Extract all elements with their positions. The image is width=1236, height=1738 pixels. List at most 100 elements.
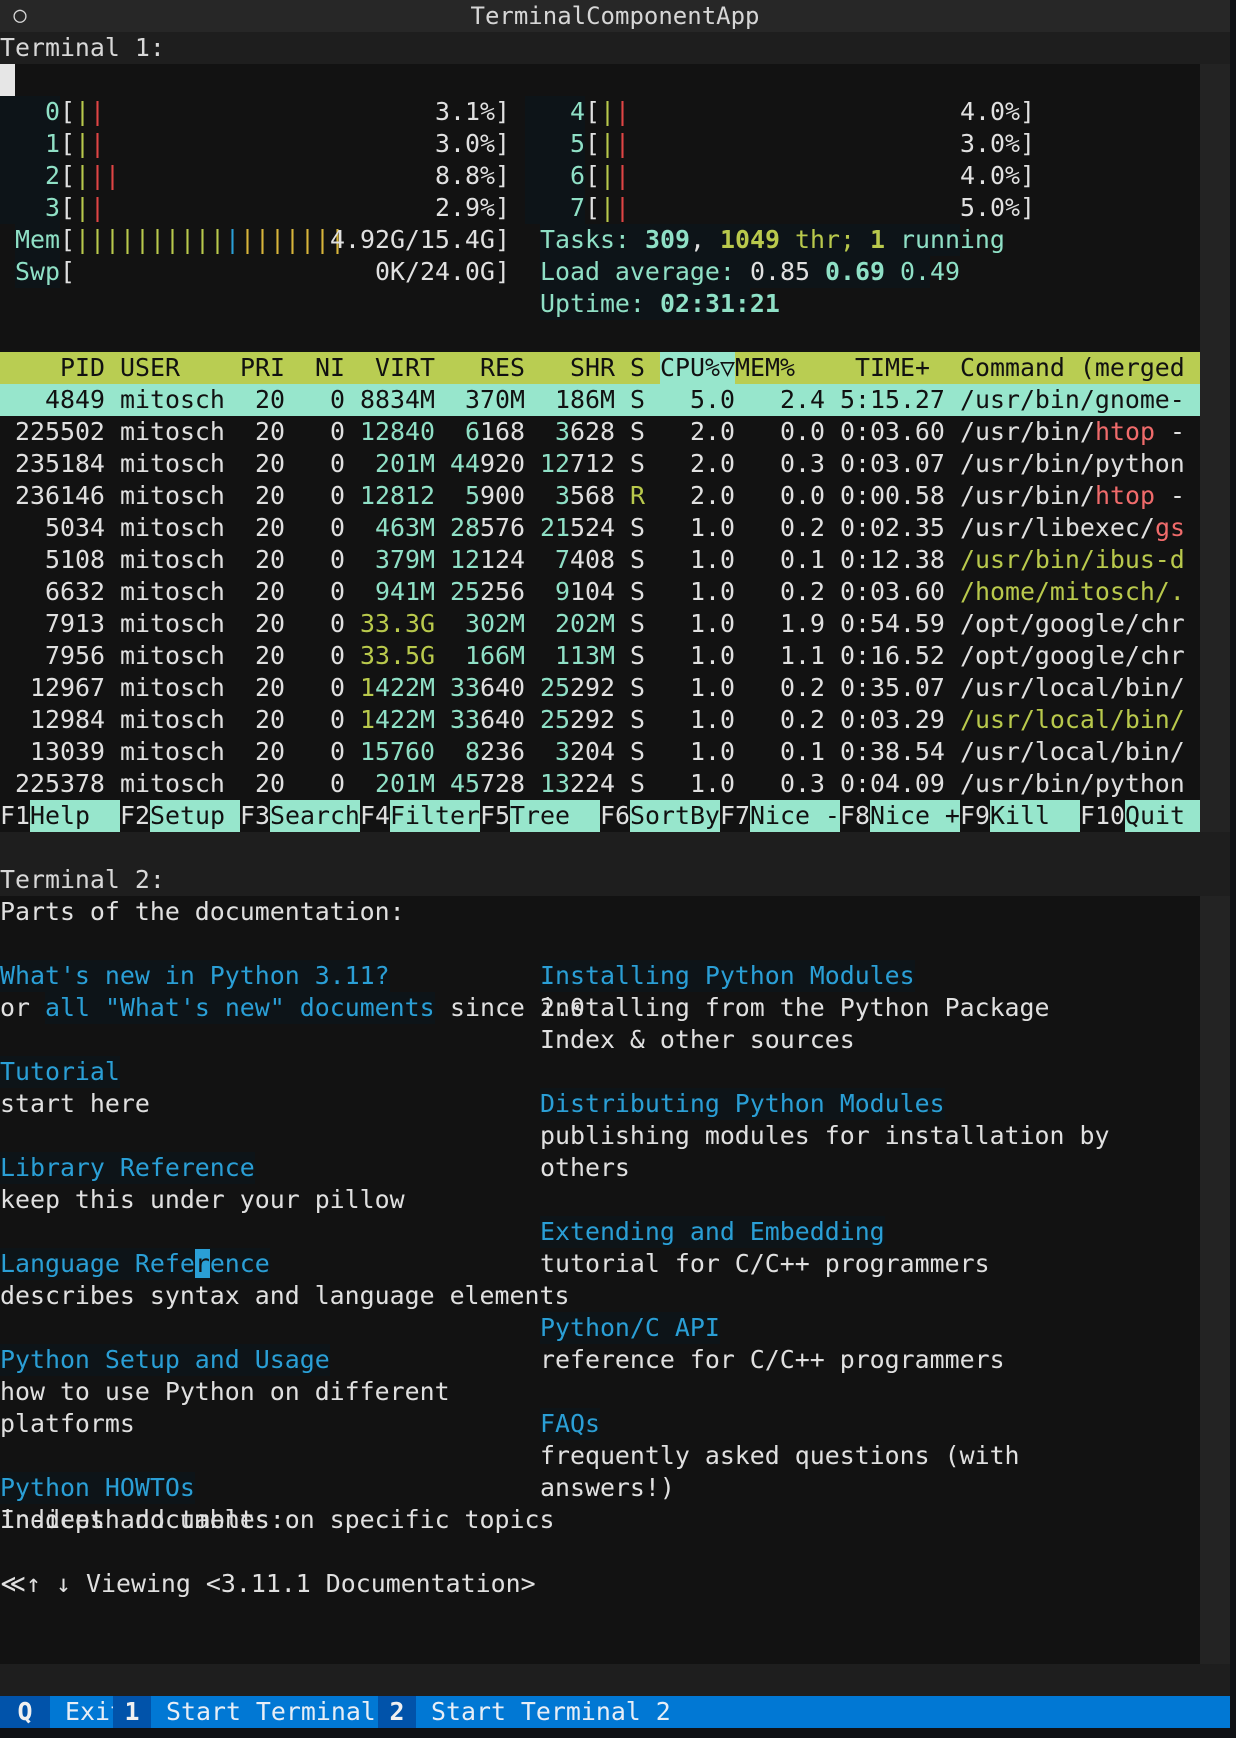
doc-link[interactable]: What's new in Python 3.11? (0, 960, 390, 992)
terminal-2-scrollbar[interactable] (1200, 896, 1230, 1664)
process-pid: 225502 (15, 417, 105, 446)
mem-bar-segment: | (180, 225, 195, 254)
cpu-percent: 3.0% (435, 129, 495, 158)
meter-bracket: ] (495, 257, 510, 286)
footer-action-start-terminal-1[interactable]: Start Terminal 1 (166, 1696, 406, 1728)
window-title: TerminalComponentApp (470, 2, 760, 30)
process-cpu: 1.0 (690, 513, 735, 542)
process-shr-lead: 12 (540, 449, 570, 478)
doc-link[interactable]: Python HOWTOs (0, 1472, 195, 1504)
doc-link[interactable]: Python Setup and Usage (0, 1344, 330, 1376)
meter-bracket: ] (495, 97, 510, 126)
cpu-percent: 5.0% (960, 193, 1020, 222)
column-header-mem[interactable]: MEM% (735, 352, 795, 384)
column-header-ni[interactable]: NI (315, 352, 345, 384)
doc-description: reference for C/C++ programmers (540, 1345, 1005, 1374)
doc-description: Index & other sources (540, 1025, 855, 1054)
terminal-cursor (0, 64, 15, 96)
process-ni: 0 (330, 641, 345, 670)
doc-link[interactable]: Installing Python Modules (540, 960, 915, 992)
terminal-1-scrollbar[interactable] (1200, 64, 1230, 832)
process-shr: 204 (570, 737, 615, 766)
footer-key-2[interactable]: 2 (378, 1696, 416, 1728)
process-res: 640 (480, 673, 525, 702)
process-res: 168 (480, 417, 525, 446)
process-s: S (630, 737, 645, 766)
fkey-number: F5 (480, 801, 510, 830)
doc-link[interactable]: Python/C API (540, 1312, 720, 1344)
footer-key-q[interactable]: Q (0, 1696, 50, 1728)
meter-bracket: [ (60, 225, 75, 254)
fkey-number: F7 (720, 801, 750, 830)
process-res: 166M (465, 641, 525, 670)
process-mem: 1.1 (780, 641, 825, 670)
column-header-cpu[interactable]: CPU%▽ (660, 352, 735, 384)
process-shr: 292 (570, 673, 615, 702)
process-shr-lead: 13 (540, 769, 570, 798)
footer-key-1[interactable]: 1 (113, 1696, 151, 1728)
doc-link[interactable]: Language Reference (0, 1248, 270, 1280)
process-shr: 628 (570, 417, 615, 446)
mem-label: Mem (15, 225, 60, 254)
column-header-s[interactable]: S (630, 352, 645, 384)
terminal-1[interactable]: 0[| | 3.1%] 1[| | 3.0%] 2[| | | 8.8%] 3[| | 2.9%] 4[|… (0, 64, 1215, 832)
fkey-filter-button[interactable]: Filter (390, 800, 480, 832)
process-time: 0:03.60 (840, 417, 945, 446)
doc-link[interactable]: FAQs (540, 1408, 600, 1440)
fkey-help-button[interactable]: Help (30, 800, 120, 832)
process-shr: 113M (555, 641, 615, 670)
doc-link[interactable]: Distributing Python Modules (540, 1088, 945, 1120)
process-user: mitosch (120, 705, 225, 734)
mem-bar-segment: | (90, 225, 105, 254)
running-label: running (885, 225, 1005, 254)
meter-bracket: [ (585, 161, 600, 190)
meter-bracket: [ (60, 97, 75, 126)
column-header-time[interactable]: TIME+ (855, 352, 930, 384)
fkey-setup-button[interactable]: Setup (150, 800, 240, 832)
swp-label: Swp (15, 257, 60, 286)
column-header-user[interactable]: USER (120, 352, 180, 384)
mem-value: 4.92G/15.4G (330, 225, 495, 254)
terminal-2[interactable]: Parts of the documentation: What's new in… (0, 896, 1200, 1664)
fkey-nice-button[interactable]: Nice - (750, 800, 840, 832)
process-cpu: 1.0 (690, 577, 735, 606)
process-command: /usr/bin/python (960, 769, 1185, 798)
load-5min: 0.69 (825, 257, 885, 286)
process-pid: 4849 (45, 385, 105, 414)
process-ni: 0 (330, 737, 345, 766)
column-header-res[interactable]: RES (480, 352, 525, 384)
process-ni: 0 (330, 769, 345, 798)
fkey-sortby-button[interactable]: SortBy (630, 800, 720, 832)
doc-link[interactable]: Library Reference (0, 1152, 255, 1184)
cpu-bar-segment: | (75, 129, 90, 158)
doc-link[interactable]: Tutorial (0, 1056, 120, 1088)
fkey-tree-button[interactable]: Tree (510, 800, 600, 832)
process-mem: 0.0 (780, 417, 825, 446)
uptime-value: 02:31:21 (660, 289, 780, 318)
doc-link[interactable]: Extending and Embedding (540, 1216, 885, 1248)
cpu-id: 4 (570, 97, 585, 126)
process-shr-lead: 9 (555, 577, 570, 606)
fkey-nice-button[interactable]: Nice + (870, 800, 960, 832)
column-header-pri[interactable]: PRI (240, 352, 285, 384)
process-res: 640 (480, 705, 525, 734)
process-ni: 0 (330, 481, 345, 510)
process-command: /usr/local/bin/ (960, 673, 1185, 702)
meter-bracket: [ (60, 193, 75, 222)
process-pri: 20 (255, 545, 285, 574)
process-mem: 0.2 (780, 705, 825, 734)
process-mem: 0.2 (780, 577, 825, 606)
mem-bar-segment: | (75, 225, 90, 254)
fkey-search-button[interactable]: Search (270, 800, 360, 832)
doc-link[interactable]: all "What's new" documents (45, 992, 435, 1024)
process-s: S (630, 577, 645, 606)
column-header-virt[interactable]: VIRT (375, 352, 435, 384)
cpu-percent: 4.0% (960, 97, 1020, 126)
process-user: mitosch (120, 417, 225, 446)
column-header-pid[interactable]: PID (60, 352, 105, 384)
footer-action-start-terminal-2[interactable]: Start Terminal 2 (431, 1696, 671, 1728)
column-header-shr[interactable]: SHR (570, 352, 615, 384)
docs-heading: Parts of the documentation: (0, 897, 405, 926)
column-header-commandmerged[interactable]: Command (merged (960, 352, 1185, 384)
fkey-kill-button[interactable]: Kill (990, 800, 1080, 832)
